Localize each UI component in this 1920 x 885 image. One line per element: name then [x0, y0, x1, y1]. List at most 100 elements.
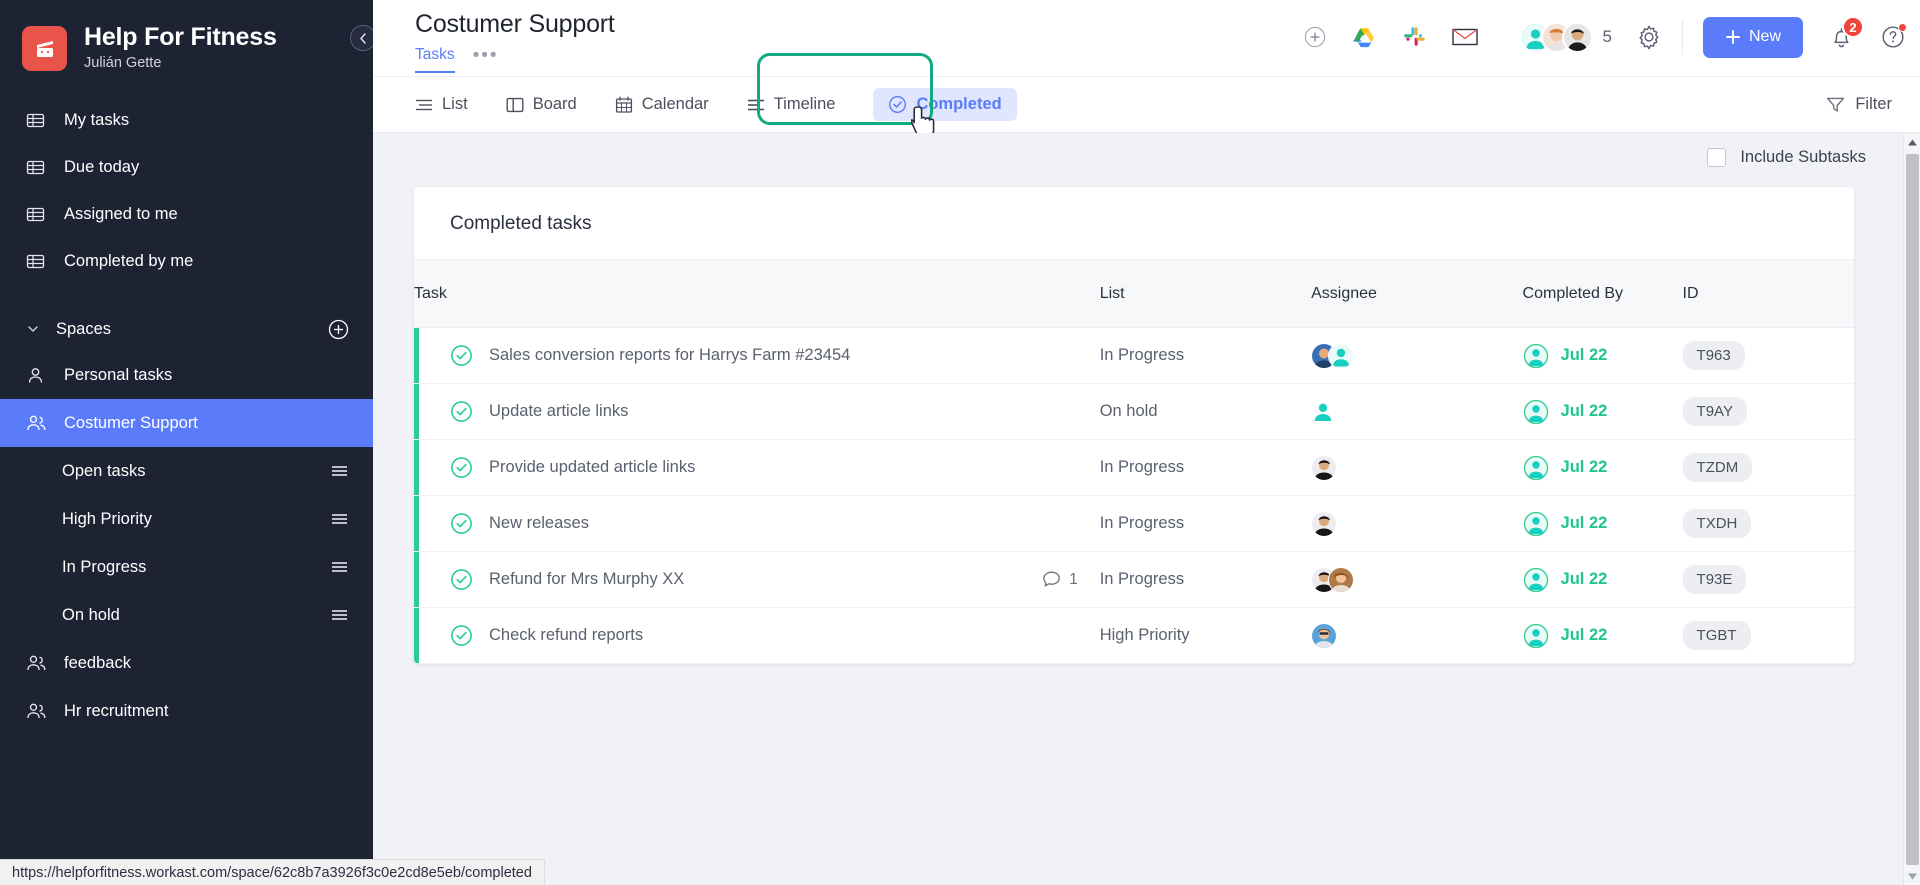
cell-assignee[interactable]	[1311, 607, 1523, 664]
filter-button[interactable]: Filter	[1826, 95, 1892, 114]
comment-icon	[1042, 570, 1062, 589]
sidebar-list-in-progress[interactable]: In Progress	[0, 543, 373, 591]
column-header-completed-by[interactable]: Completed By	[1522, 259, 1683, 328]
cell-assignee[interactable]	[1311, 439, 1523, 496]
cell-assignee[interactable]	[1311, 551, 1523, 608]
chevron-down-icon	[26, 322, 48, 336]
table-row[interactable]: Provide updated article links In Progres…	[414, 439, 1854, 496]
column-header-assignee[interactable]: Assignee	[1311, 259, 1523, 328]
new-button[interactable]: New	[1702, 16, 1803, 58]
completed-date: Jul 22	[1560, 626, 1608, 644]
cell-completed-by: Jul 22	[1522, 551, 1683, 608]
tab-label: Board	[532, 95, 577, 113]
sidebar-item-completed-by-me[interactable]: Completed by me	[0, 238, 373, 285]
sidebar-list-label: On hold	[62, 605, 120, 624]
email-icon[interactable]	[1450, 22, 1480, 52]
add-integration-icon[interactable]	[1300, 22, 1330, 52]
sidebar-item-label: Completed by me	[64, 252, 194, 270]
sidebar-item-hr-recruitment[interactable]: Hr recruitment	[0, 687, 373, 735]
comment-count: 1	[1069, 570, 1078, 588]
cell-id: T9AY	[1682, 383, 1854, 440]
check-circle-icon[interactable]	[450, 512, 474, 535]
user-circle-icon	[1523, 511, 1549, 537]
top-header: Costumer Support Tasks ••• 5 New 2	[373, 0, 1920, 76]
tab-tasks[interactable]: Tasks	[415, 46, 455, 73]
google-drive-icon[interactable]	[1350, 22, 1380, 52]
task-title: Check refund reports	[489, 626, 644, 644]
sidebar-list-open-tasks[interactable]: Open tasks	[0, 447, 373, 495]
check-circle-icon[interactable]	[450, 400, 474, 423]
cell-task[interactable]: Refund for Mrs Murphy XX 1	[414, 551, 1100, 608]
spaces-label: Spaces	[56, 319, 112, 338]
cell-assignee[interactable]	[1311, 495, 1523, 552]
menu-handle-icon[interactable]	[330, 560, 349, 574]
user-circle-icon	[1523, 455, 1549, 481]
sidebar-item-label: Assigned to me	[64, 205, 178, 223]
column-header-list[interactable]: List	[1099, 259, 1312, 328]
scroll-up-arrow-icon[interactable]	[1904, 134, 1920, 151]
sidebar-item-feedback[interactable]: feedback	[0, 639, 373, 687]
cell-completed-by: Jul 22	[1522, 439, 1683, 496]
sidebar-item-costumer-support[interactable]: Costumer Support	[0, 399, 373, 447]
table-row[interactable]: Update article links On hold Jul 22 T9AY	[414, 383, 1854, 440]
more-options-icon[interactable]: •••	[473, 46, 499, 70]
tab-completed[interactable]: Completed	[873, 88, 1017, 121]
table-row[interactable]: Refund for Mrs Murphy XX 1 In Progress J…	[414, 551, 1854, 608]
cell-task[interactable]: Check refund reports	[414, 607, 1100, 664]
cell-completed-by: Jul 22	[1522, 607, 1683, 664]
scrollbar-thumb[interactable]	[1906, 154, 1919, 865]
help-button[interactable]	[1880, 23, 1907, 50]
task-id-badge: T93E	[1682, 565, 1747, 594]
sidebar-item-due-today[interactable]: Due today	[0, 144, 373, 191]
cell-task[interactable]: Sales conversion reports for Harrys Farm…	[414, 327, 1100, 384]
table-row[interactable]: New releases In Progress Jul 22 TXDH	[414, 495, 1854, 552]
spaces-section-header[interactable]: Spaces	[0, 307, 373, 351]
slack-icon[interactable]	[1400, 22, 1430, 52]
scroll-down-arrow-icon[interactable]	[1904, 868, 1920, 885]
cell-task[interactable]: Provide updated article links	[414, 439, 1100, 496]
include-subtasks-checkbox[interactable]	[1707, 148, 1727, 167]
chevron-left-circle-icon[interactable]	[350, 25, 373, 51]
check-circle-icon[interactable]	[450, 624, 474, 647]
plus-icon	[1725, 29, 1741, 45]
card-title: Completed tasks	[450, 213, 592, 234]
sidebar-list-high-priority[interactable]: High Priority	[0, 495, 373, 543]
cell-assignee[interactable]	[1311, 383, 1523, 440]
tab-calendar[interactable]: Calendar	[615, 95, 709, 114]
task-id-badge: TZDM	[1682, 453, 1753, 482]
cell-id: T963	[1682, 327, 1854, 384]
column-header-id[interactable]: ID	[1682, 259, 1854, 328]
menu-handle-icon[interactable]	[330, 512, 349, 526]
check-circle-icon[interactable]	[450, 456, 474, 479]
cell-assignee[interactable]	[1311, 327, 1523, 384]
members-group[interactable]: 5	[1519, 21, 1612, 53]
sidebar-item-assigned-to-me[interactable]: Assigned to me	[0, 191, 373, 238]
tab-timeline[interactable]: Timeline	[747, 95, 835, 114]
sidebar-list-on-hold[interactable]: On hold	[0, 591, 373, 639]
cell-task[interactable]: Update article links	[414, 383, 1100, 440]
tab-board[interactable]: Board	[506, 95, 577, 114]
users-icon	[26, 653, 52, 674]
plus-circle-icon[interactable]	[328, 319, 349, 340]
include-subtasks-row: Include Subtasks	[373, 133, 1920, 182]
gear-icon[interactable]	[1636, 24, 1662, 50]
user-circle-icon	[1523, 343, 1549, 369]
table-row[interactable]: Check refund reports High Priority Jul 2…	[414, 607, 1854, 664]
cell-list: High Priority	[1099, 607, 1312, 664]
cell-list: In Progress	[1099, 439, 1312, 496]
menu-handle-icon[interactable]	[330, 608, 349, 622]
notifications-button[interactable]: 2	[1829, 16, 1864, 50]
sidebar-item-personal-tasks[interactable]: Personal tasks	[0, 351, 373, 399]
check-circle-icon	[888, 95, 907, 114]
vertical-scrollbar[interactable]	[1903, 134, 1920, 885]
menu-handle-icon[interactable]	[330, 464, 349, 478]
tab-list[interactable]: List	[415, 95, 468, 114]
table-row[interactable]: Sales conversion reports for Harrys Farm…	[414, 327, 1854, 384]
avatar	[1311, 622, 1338, 649]
cell-task[interactable]: New releases	[414, 495, 1100, 552]
check-circle-icon[interactable]	[450, 568, 474, 591]
column-header-task[interactable]: Task	[414, 259, 1100, 328]
comment-count-group[interactable]: 1	[1042, 570, 1100, 589]
check-circle-icon[interactable]	[450, 344, 474, 367]
sidebar-item-my-tasks[interactable]: My tasks	[0, 97, 373, 144]
